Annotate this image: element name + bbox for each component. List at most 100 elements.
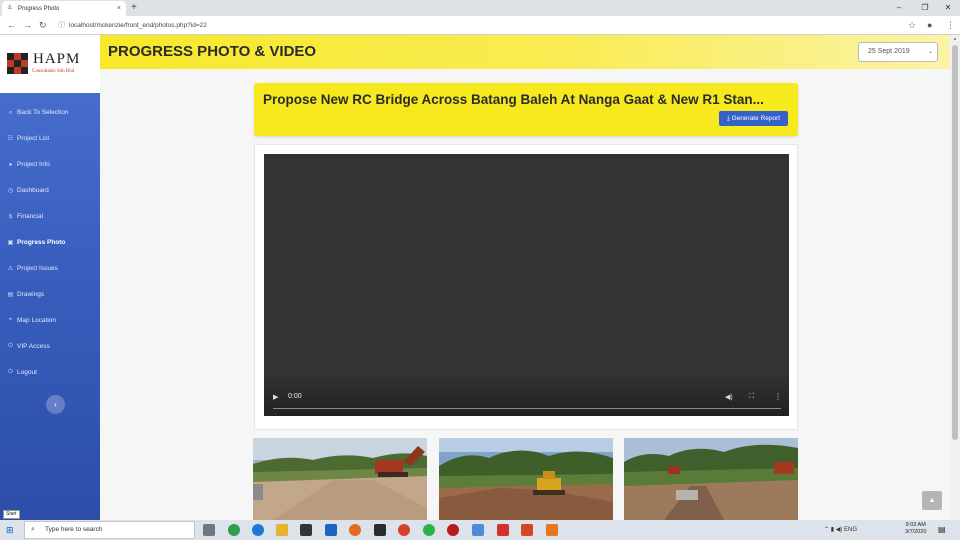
pdf-reader-icon[interactable] — [497, 524, 509, 536]
info-icon[interactable]: ⓘ — [58, 19, 65, 32]
tray-language[interactable]: ENG — [844, 527, 857, 533]
edge-browser-icon[interactable] — [252, 524, 264, 536]
task-view-icon[interactable] — [203, 524, 215, 536]
sidebar-collapse-button[interactable]: ‹ — [46, 395, 65, 414]
progress-photo-thumbnail[interactable] — [439, 438, 613, 520]
sidebar-item-label: Back To Selection — [17, 109, 69, 116]
file-explorer-icon[interactable] — [276, 524, 288, 536]
back-to-top-button[interactable]: ▲ — [922, 491, 942, 510]
double-chevron-left-icon: « — [8, 109, 13, 116]
notification-icon[interactable]: ▤ — [938, 524, 946, 536]
tab-close-icon[interactable]: × — [117, 5, 121, 12]
sidebar-item-drawings[interactable]: ▤ Drawings — [7, 291, 44, 298]
minimize-icon[interactable]: – — [888, 2, 910, 14]
project-title: Propose New RC Bridge Across Batang Bale… — [263, 92, 764, 107]
powerpoint-icon[interactable] — [521, 524, 533, 536]
sidebar-item-dashboard[interactable]: ◷ Dashboard — [7, 187, 49, 194]
sidebar-item-progress-photo[interactable]: ▣ Progress Photo — [7, 239, 66, 246]
scroll-thumb[interactable] — [952, 45, 958, 440]
firefox-icon[interactable] — [349, 524, 361, 536]
app-icon[interactable] — [228, 524, 240, 536]
store-icon[interactable] — [300, 524, 312, 536]
back-arrow-icon[interactable]: ← — [7, 19, 16, 31]
sidebar-item-label: Progress Photo — [17, 239, 66, 246]
image-icon: ▣ — [7, 240, 14, 246]
warning-icon: ⚠ — [7, 266, 14, 272]
photos-icon[interactable] — [472, 524, 484, 536]
sidebar-item-label: VIP Access — [17, 343, 50, 350]
date-select[interactable]: 25 Sept 2019 ⌄ — [858, 42, 938, 62]
more-options-icon[interactable]: ⋮ — [774, 392, 782, 401]
progress-photo-thumbnail[interactable] — [253, 438, 427, 520]
drawing-icon: ▤ — [7, 292, 14, 298]
video-player[interactable]: ▶ 0:00 ◀) ⛶ ⋮ — [264, 154, 789, 416]
maximize-icon[interactable]: ❐ — [914, 2, 936, 14]
progress-photo-thumbnail[interactable] — [624, 438, 798, 520]
taskbar-search-input[interactable]: ⌕ Type here to search — [24, 521, 195, 539]
system-tray[interactable]: ⌃ ▮ ◀) ENG — [824, 524, 857, 536]
sidebar-item-financial[interactable]: $ Financial — [7, 213, 43, 220]
sidebar-item-project-info[interactable]: ● Project Info — [7, 161, 50, 168]
power-icon: ⏻ — [8, 343, 13, 349]
sidebar-item-label: Project Issues — [17, 265, 58, 272]
sidebar-item-label: Project Info — [17, 161, 50, 168]
address-bar[interactable]: ⓘ localhost/mckenzie/front_end/photos.ph… — [55, 19, 915, 32]
start-tooltip: Start — [3, 510, 20, 519]
forward-arrow-icon[interactable]: → — [23, 19, 32, 31]
project-card: Propose New RC Bridge Across Batang Bale… — [254, 83, 798, 136]
page-header: PROGRESS PHOTO & VIDEO 25 Sept 2019 ⌄ — [100, 35, 950, 69]
volume-tray-icon[interactable]: ◀) — [836, 527, 843, 533]
terminal-icon[interactable] — [374, 524, 386, 536]
chevron-down-icon: ⌄ — [927, 49, 933, 55]
fullscreen-icon[interactable]: ⛶ — [749, 393, 754, 401]
bookmark-star-icon[interactable]: ☆ — [908, 19, 916, 31]
new-tab-button[interactable]: + — [131, 2, 137, 14]
profile-icon[interactable]: ● — [927, 19, 932, 31]
map-marker-icon: ⌖ — [8, 317, 13, 323]
xampp-icon[interactable] — [546, 524, 558, 536]
browser-menu-icon[interactable]: ⋮ — [946, 19, 955, 31]
dashboard-icon: ◷ — [7, 188, 14, 194]
sidebar-item-back-to-selection[interactable]: « Back To Selection — [7, 109, 69, 116]
sidebar-item-label: Dashboard — [17, 187, 49, 194]
os-taskbar: ⊞ ⌕ Type here to search ⌃ ▮ ◀) ENG 9:03 … — [0, 520, 960, 540]
network-icon[interactable]: ▮ — [831, 527, 834, 533]
browser-tab-bar: ⚓ Progress Photo × + – ❐ ✕ — [0, 0, 960, 16]
reload-icon[interactable]: ↻ — [39, 19, 47, 31]
browser-tab[interactable]: ⚓ Progress Photo × — [2, 1, 126, 16]
excavator-photo-image — [253, 438, 427, 520]
volume-icon[interactable]: ◀) — [725, 393, 733, 401]
logo-area: HAPM Consultants Sdn Bhd — [0, 35, 100, 93]
sidebar-item-logout[interactable]: ⏻ Logout — [7, 369, 37, 376]
generate-report-button[interactable]: ⤓ Generate Report — [719, 111, 788, 126]
windows-start-icon[interactable]: ⊞ — [6, 524, 14, 536]
sidebar: HAPM Consultants Sdn Bhd « Back To Selec… — [0, 35, 100, 520]
sidebar-item-project-issues[interactable]: ⚠ Project Issues — [7, 265, 58, 272]
tray-chevron-up-icon[interactable]: ⌃ — [824, 527, 829, 533]
url-text: localhost/mckenzie/front_end/photos.php?… — [69, 22, 207, 29]
sidebar-item-project-list[interactable]: ☷ Project List — [7, 135, 49, 142]
scroll-up-arrow-icon[interactable]: ▲ — [950, 35, 960, 44]
taskbar-search-placeholder: Type here to search — [45, 526, 103, 533]
video-progress-bar[interactable] — [273, 408, 781, 409]
search-icon: ⌕ — [31, 526, 35, 533]
play-icon[interactable]: ▶ — [273, 393, 278, 401]
info-circle-icon: ● — [8, 161, 13, 168]
page-scrollbar[interactable]: ▲ — [950, 35, 960, 520]
window-close-icon[interactable]: ✕ — [937, 2, 959, 14]
video-time: 0:00 — [288, 393, 302, 400]
sidebar-item-vip-access[interactable]: ⏻ VIP Access — [7, 343, 50, 350]
culvert-photo-image — [624, 438, 798, 520]
browser-toolbar: ← → ↻ ⓘ localhost/mckenzie/front_end/pho… — [0, 16, 960, 35]
chrome-icon[interactable] — [398, 524, 410, 536]
record-icon[interactable] — [447, 524, 459, 536]
whatsapp-icon[interactable] — [423, 524, 435, 536]
sidebar-item-label: Project List — [17, 135, 50, 142]
video-controls: ▶ 0:00 ◀) ⛶ ⋮ — [264, 372, 789, 416]
taskbar-clock[interactable]: 9:03 AM 3/7/2020 — [905, 522, 926, 536]
sidebar-item-label: Map Location — [17, 317, 57, 324]
page-title: PROGRESS PHOTO & VIDEO — [108, 43, 317, 60]
sidebar-item-map-location[interactable]: ⌖ Map Location — [7, 317, 56, 324]
date-select-value: 25 Sept 2019 — [868, 48, 910, 55]
mail-icon[interactable] — [325, 524, 337, 536]
